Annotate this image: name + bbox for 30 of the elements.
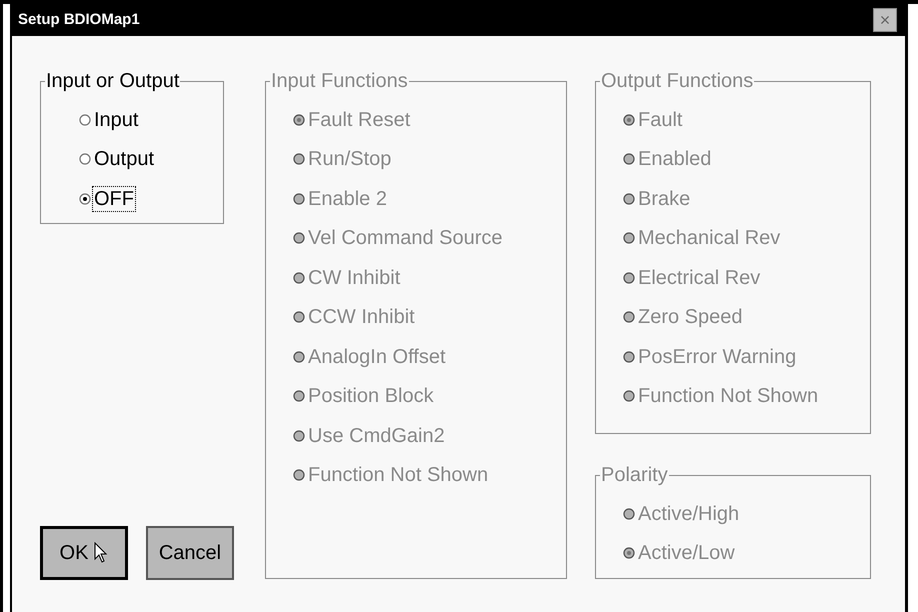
option-label: Function Not Shown: [637, 384, 820, 408]
window-title: Setup BDIOMap1: [18, 10, 140, 30]
option-label: Fault: [637, 108, 684, 132]
group-title: Input or Output: [45, 70, 180, 92]
option-label: Brake: [637, 186, 692, 211]
option-label: Active/High: [637, 502, 740, 526]
option-label: CCW Inhibit: [307, 305, 416, 330]
dialog-button[interactable]: Cancel: [146, 526, 234, 580]
dialog-button[interactable]: OK: [40, 526, 128, 580]
option-label: Input: [93, 108, 140, 132]
option-label: Enable 2: [307, 186, 388, 211]
group-title: Polarity: [600, 464, 669, 486]
option-label: Enabled: [637, 147, 712, 172]
option-label: Use CmdGain2: [307, 424, 446, 448]
option-label: Fault Reset: [307, 108, 412, 132]
option-label: Run/Stop: [307, 147, 392, 172]
group-title: Output Functions: [600, 70, 754, 92]
option-label: Zero Speed: [637, 305, 744, 330]
group-title: Input Functions: [270, 70, 409, 92]
option-label: Position Block: [307, 384, 435, 408]
option-label: Mechanical Rev: [637, 226, 782, 250]
option-label: AnalogIn Offset: [307, 344, 446, 369]
option-label: Output: [93, 147, 156, 172]
option-label: Function Not Shown: [307, 463, 490, 488]
option-label: Active/Low: [637, 541, 736, 566]
option-label: CW Inhibit: [307, 266, 402, 290]
option-label: Vel Command Source: [307, 226, 504, 250]
option-label: Electrical Rev: [637, 266, 762, 290]
option-label: PosError Warning: [637, 344, 798, 369]
option-label: OFF: [93, 186, 135, 211]
